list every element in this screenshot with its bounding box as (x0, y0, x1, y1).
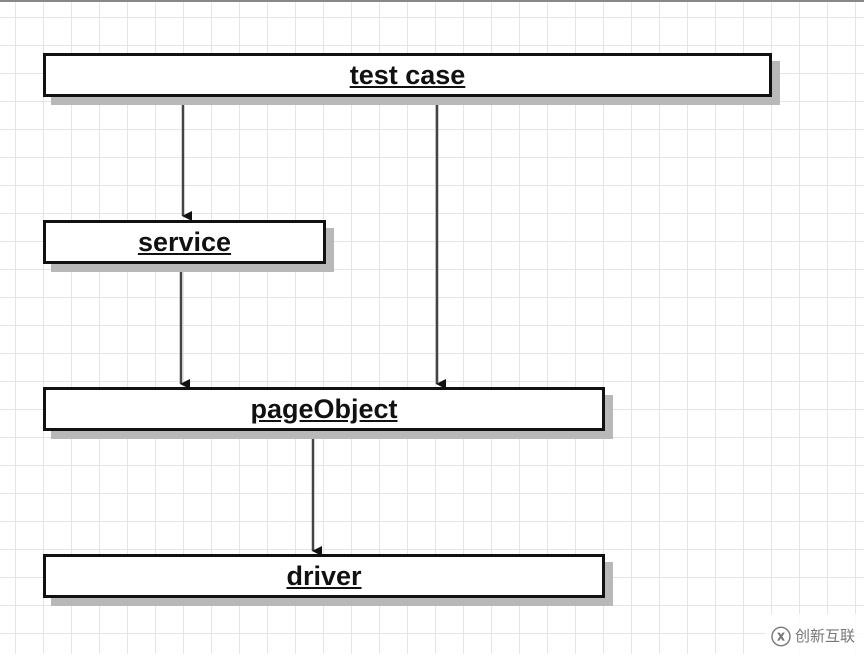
watermark-text: 创新互联 (795, 627, 856, 645)
node-service: service (43, 220, 326, 264)
node-label: driver (286, 560, 362, 591)
node-test-case: test case (43, 53, 772, 97)
node-driver: driver (43, 554, 605, 598)
node-label: test case (349, 59, 466, 90)
node-label: service (137, 226, 232, 257)
watermark-logo-icon: ⓧ (771, 626, 791, 649)
node-label: pageObject (250, 393, 398, 424)
watermark: ⓧ 创新互联 (765, 614, 864, 656)
node-page-object: pageObject (43, 387, 605, 431)
diagram-canvas: test case service pageObject driver ⓧ 创新互… (0, 0, 864, 656)
